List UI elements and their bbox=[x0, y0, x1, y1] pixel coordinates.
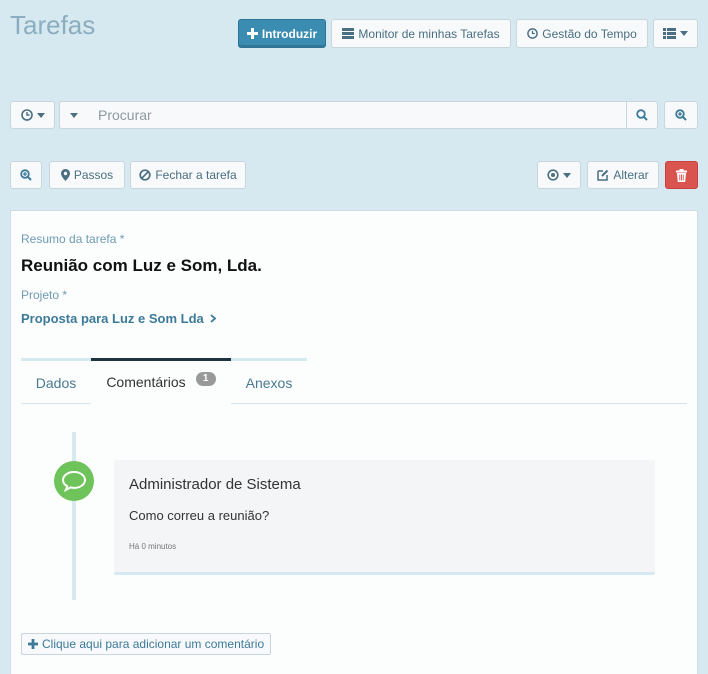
project-field-label: Projeto * bbox=[21, 288, 68, 302]
introduzir-button[interactable]: Introduzir bbox=[238, 19, 326, 48]
caret-down-icon bbox=[563, 172, 571, 178]
fechar-tarefa-button[interactable]: Fechar a tarefa bbox=[130, 161, 246, 189]
zoom-in-icon bbox=[675, 109, 687, 121]
caret-down-icon bbox=[36, 112, 45, 118]
summary-field-label: Resumo da tarefa * bbox=[21, 232, 125, 246]
timeline-line bbox=[72, 432, 76, 600]
plus-icon bbox=[246, 28, 258, 39]
tab-dados[interactable]: Dados bbox=[21, 358, 91, 404]
more-actions-dropdown[interactable] bbox=[537, 161, 581, 189]
gestao-label: Gestão do Tempo bbox=[542, 26, 637, 41]
edit-icon bbox=[597, 169, 609, 181]
alterar-label: Alterar bbox=[613, 168, 649, 182]
server-list-icon bbox=[342, 28, 355, 39]
ban-icon bbox=[139, 169, 151, 181]
tab-anexos[interactable]: Anexos bbox=[231, 358, 307, 404]
comment-text: Como correu a reunião? bbox=[129, 508, 270, 523]
comment-bubble-icon bbox=[54, 461, 94, 501]
clock-icon bbox=[527, 28, 539, 39]
monitor-tarefas-button[interactable]: Monitor de minhas Tarefas bbox=[331, 19, 511, 48]
alterar-button[interactable]: Alterar bbox=[587, 161, 659, 189]
history-dropdown[interactable] bbox=[10, 101, 55, 129]
view-options-dropdown[interactable] bbox=[653, 19, 698, 48]
list-icon bbox=[663, 28, 676, 39]
delete-button[interactable] bbox=[665, 161, 698, 189]
add-comment-label: Clique aqui para adicionar um comentário bbox=[42, 637, 265, 651]
clock-icon bbox=[20, 109, 33, 121]
chevron-right-icon bbox=[210, 314, 216, 323]
caret-down-icon bbox=[680, 31, 688, 36]
comments-count-badge: 1 bbox=[195, 372, 216, 386]
gestao-tempo-button[interactable]: Gestão do Tempo bbox=[516, 19, 648, 48]
project-name: Proposta para Luz e Som Lda bbox=[21, 311, 204, 326]
comment-author: Administrador de Sistema bbox=[129, 476, 301, 493]
zoom-in-icon bbox=[20, 169, 32, 181]
caret-down-icon bbox=[70, 112, 78, 118]
search-icon bbox=[636, 109, 648, 121]
passos-button[interactable]: Passos bbox=[49, 161, 125, 189]
page-title: Tarefas bbox=[10, 10, 96, 40]
tab-comentarios[interactable]: Comentários 1 bbox=[91, 358, 231, 404]
search-input[interactable] bbox=[88, 102, 626, 128]
trash-icon bbox=[676, 168, 687, 182]
target-icon bbox=[547, 169, 559, 181]
passos-label: Passos bbox=[73, 168, 114, 182]
plus-icon bbox=[28, 639, 38, 649]
required-marker: * bbox=[62, 288, 68, 302]
add-comment-button[interactable]: Clique aqui para adicionar um comentário bbox=[21, 633, 272, 655]
project-link[interactable]: Proposta para Luz e Som Lda bbox=[21, 311, 216, 326]
required-marker: * bbox=[119, 232, 125, 246]
search-button[interactable] bbox=[626, 101, 658, 129]
monitor-label: Monitor de minhas Tarefas bbox=[358, 26, 500, 41]
zoom-button[interactable] bbox=[10, 161, 42, 189]
task-tabs: Dados Comentários 1 Anexos bbox=[21, 358, 687, 404]
comment-card: Administrador de Sistema Como correu a r… bbox=[114, 460, 655, 575]
search-box bbox=[88, 101, 626, 129]
search-filter-dropdown[interactable] bbox=[59, 101, 89, 129]
advanced-search-button[interactable] bbox=[664, 101, 698, 129]
comment-timestamp: Há 0 minutos bbox=[129, 542, 177, 551]
introduzir-label: Introduzir bbox=[261, 26, 318, 41]
task-detail-panel: Resumo da tarefa * Reunião com Luz e Som… bbox=[10, 210, 698, 674]
fechar-label: Fechar a tarefa bbox=[155, 168, 237, 182]
task-summary: Reunião com Luz e Som, Lda. bbox=[21, 256, 262, 275]
map-marker-icon bbox=[60, 169, 70, 181]
